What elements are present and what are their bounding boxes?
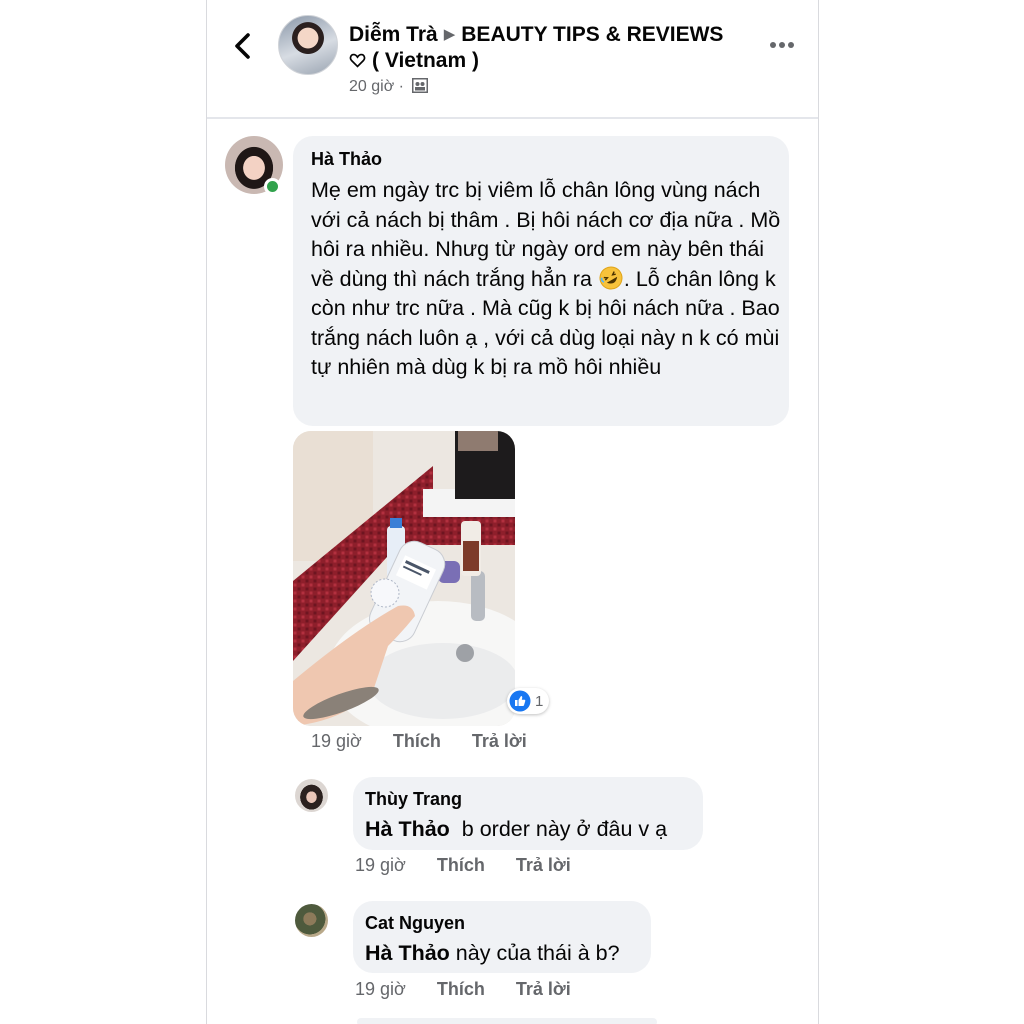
reply-actions: 19 giờ Thích Trả lời <box>355 979 597 1000</box>
reply-bubble: Thùy Trang Hà Thảo b order này ở đâu v ạ <box>353 777 703 850</box>
post-title: Diễm Trà ▶ BEAUTY TIPS & REVIEWS <box>349 22 723 48</box>
comment-author[interactable]: Hà Thảo <box>311 149 382 170</box>
like-thumb-icon <box>509 690 531 712</box>
reaction-badge[interactable]: 1 <box>507 688 550 714</box>
reply-bubble: Cat Nguyen Hà Thảo này của thái à b? <box>353 901 651 973</box>
group-name[interactable]: BEAUTY TIPS & REVIEWS <box>461 23 723 46</box>
group-name-suffix-text[interactable]: ( Vietnam ) <box>372 49 479 72</box>
mention-link[interactable]: Hà Thảo <box>365 817 450 841</box>
share-arrow-icon: ▶ <box>443 26 456 43</box>
author-avatar[interactable] <box>278 15 338 75</box>
group-privacy-icon <box>412 78 429 93</box>
reply-author[interactable]: Thùy Trang <box>365 789 462 810</box>
reply-button[interactable]: Trả lời <box>516 979 571 999</box>
header-divider <box>207 117 818 119</box>
like-button[interactable]: Thích <box>437 979 485 999</box>
rolling-on-floor-laughing-emoji <box>599 266 623 289</box>
like-button[interactable]: Thích <box>393 731 441 751</box>
reply-button[interactable]: Trả lời <box>516 855 571 875</box>
heart-outline-icon <box>349 53 366 68</box>
comment-photo-image <box>293 431 515 726</box>
reply-time[interactable]: 19 giờ <box>355 855 406 875</box>
comment-photo[interactable] <box>293 431 515 726</box>
post-author-name[interactable]: Diễm Trà <box>349 23 438 46</box>
more-dots-icon[interactable] <box>769 38 795 52</box>
comment-time[interactable]: 19 giờ <box>311 731 362 751</box>
reply-text: Hà Thảo này của thái à b? <box>365 939 620 967</box>
like-button[interactable]: Thích <box>437 855 485 875</box>
reply-actions: 19 giờ Thích Trả lời <box>355 855 597 876</box>
commenter-avatar-thuy-trang[interactable] <box>295 779 328 812</box>
reply-text: Hà Thảo b order này ở đâu v ạ <box>365 815 667 843</box>
comment-actions: 19 giờ Thích Trả lời <box>311 731 553 752</box>
next-comment-edge <box>357 1018 657 1024</box>
reply-button[interactable]: Trả lời <box>472 731 527 751</box>
post-meta: 20 giờ · <box>349 78 429 96</box>
reply-author[interactable]: Cat Nguyen <box>365 913 465 934</box>
group-name-suffix: ( Vietnam ) <box>349 48 479 74</box>
mention-link[interactable]: Hà Thảo <box>365 941 450 965</box>
comment-bubble: Hà Thảo Mẹ em ngày trc bị viêm lỗ chân l… <box>293 136 789 426</box>
back-chevron-icon[interactable] <box>231 31 255 61</box>
post-header: Diễm Trà ▶ BEAUTY TIPS & REVIEWS ( Vietnam… <box>207 0 818 119</box>
reply-text-body: b order này ở đâu v ạ <box>449 817 668 841</box>
post-time[interactable]: 20 giờ · <box>349 78 404 95</box>
commenter-avatar-cat-nguyen[interactable] <box>295 904 328 937</box>
reply-text-body: này của thái à b? <box>449 941 620 965</box>
comment-text: Mẹ em ngày trc bị viêm lỗ chân lông vùng… <box>311 176 781 383</box>
online-status-dot <box>264 178 281 195</box>
reaction-count: 1 <box>535 692 544 710</box>
reply-time[interactable]: 19 giờ <box>355 979 406 999</box>
comment-thread-screen: Diễm Trà ▶ BEAUTY TIPS & REVIEWS ( Vietnam… <box>206 0 819 1024</box>
